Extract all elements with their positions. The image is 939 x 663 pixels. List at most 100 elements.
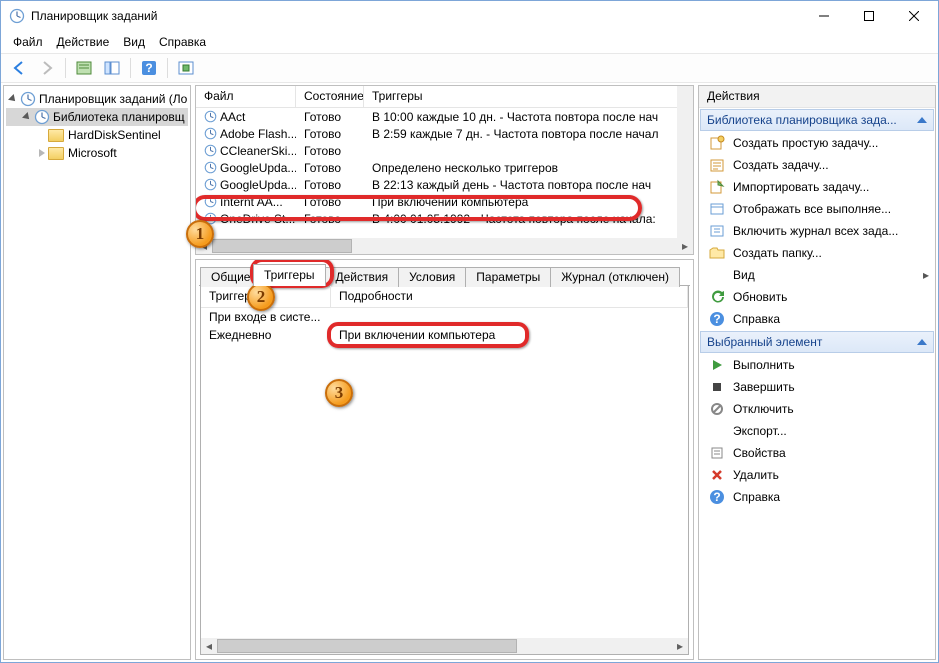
detail-col-details[interactable]: Подробности [331, 286, 688, 307]
collapse-icon [917, 339, 927, 345]
tab-general[interactable]: Общие [200, 267, 254, 287]
task-row[interactable]: Adobe Flash...ГотовоВ 2:59 каждые 7 дн. … [196, 125, 693, 142]
expand-icon[interactable] [22, 112, 32, 122]
action-label: Выполнить [733, 358, 795, 372]
task-row[interactable]: OneDrive St...ГотовоВ 4:00 01.05.1992 - … [196, 210, 693, 227]
toolbar-help-button[interactable]: ? [137, 56, 161, 80]
action-icon [709, 223, 725, 239]
clock-icon [20, 91, 36, 107]
task-row[interactable]: GoogleUpda...ГотовоВ 22:13 каждый день -… [196, 176, 693, 193]
scroll-left[interactable]: ◂ [201, 638, 217, 654]
task-state-cell: Готово [296, 127, 364, 141]
hscrollbar[interactable]: ◂ ▸ [196, 238, 693, 254]
scroll-right[interactable]: ▸ [672, 638, 688, 654]
tree-library-label: Библиотека планировщ [53, 110, 185, 124]
actions-section-selected[interactable]: Выбранный элемент [700, 331, 934, 353]
action-item[interactable]: Создать задачу... [699, 154, 935, 176]
action-item[interactable]: Импортировать задачу... [699, 176, 935, 198]
toolbar-btn-1[interactable] [72, 56, 96, 80]
action-icon [709, 401, 725, 417]
detail-tabs: Общие Триггеры Действия Условия Параметр… [196, 260, 693, 286]
action-label: Включить журнал всех зада... [733, 224, 898, 238]
task-state-cell: Готово [296, 161, 364, 175]
action-label: Справка [733, 490, 780, 504]
task-detail-pane: Общие Триггеры Действия Условия Параметр… [195, 259, 694, 660]
nav-back-button[interactable] [7, 56, 31, 80]
detail-col-trigger[interactable]: Триггер [201, 286, 331, 307]
action-item[interactable]: Создать простую задачу... [699, 132, 935, 154]
scroll-right[interactable]: ▸ [677, 238, 693, 254]
action-item[interactable]: Обновить [699, 286, 935, 308]
action-item[interactable]: ? Справка [699, 308, 935, 330]
task-trigger-cell: В 22:13 каждый день - Частота повтора по… [364, 178, 693, 192]
actions-section-library[interactable]: Библиотека планировщика зада... [700, 109, 934, 131]
close-button[interactable] [891, 2, 936, 31]
actions-header: Действия [699, 86, 935, 108]
vscrollbar[interactable] [677, 86, 693, 238]
detail-hscrollbar[interactable]: ◂ ▸ [201, 638, 688, 654]
col-triggers[interactable]: Триггеры [364, 86, 693, 107]
folder-icon [48, 129, 64, 142]
collapse-icon [917, 117, 927, 123]
tab-history[interactable]: Журнал (отключен) [550, 267, 680, 287]
action-label: Отключить [733, 402, 794, 416]
tab-settings[interactable]: Параметры [465, 267, 551, 287]
tab-triggers[interactable]: Триггеры [253, 264, 326, 286]
menu-file[interactable]: Файл [7, 33, 49, 51]
action-icon [709, 245, 725, 261]
action-item[interactable]: Выполнить [699, 354, 935, 376]
action-label: Создать задачу... [733, 158, 829, 172]
task-row[interactable]: AActГотовоВ 10:00 каждые 10 дн. - Частот… [196, 108, 693, 125]
task-state-cell: Готово [296, 144, 364, 158]
task-row[interactable]: CCleanerSki...Готово [196, 142, 693, 159]
task-row[interactable]: Internt AA...ГотовоПри включении компьют… [196, 193, 693, 210]
col-file[interactable]: Файл [196, 86, 296, 107]
action-icon: ? [709, 489, 725, 505]
task-name-cell: Internt AA... [196, 195, 296, 209]
action-icon [709, 357, 725, 373]
tab-actions[interactable]: Действия [325, 267, 400, 287]
action-label: Справка [733, 312, 780, 326]
task-trigger-cell: В 4:00 01.05.1992 - Частота повтора посл… [364, 212, 693, 226]
scroll-thumb[interactable] [217, 639, 517, 653]
expand-icon[interactable] [39, 149, 45, 157]
tree-item-label: Microsoft [68, 146, 117, 160]
action-item[interactable]: Включить журнал всех зада... [699, 220, 935, 242]
detail-row[interactable]: ЕжедневноПри включении компьютера [201, 326, 688, 344]
expand-icon[interactable] [8, 94, 18, 104]
action-item[interactable]: Экспорт... [699, 420, 935, 442]
folder-icon [48, 147, 64, 160]
scroll-thumb[interactable] [212, 239, 352, 253]
action-item[interactable]: Завершить [699, 376, 935, 398]
action-item[interactable]: Удалить [699, 464, 935, 486]
window-title: Планировщик заданий [31, 9, 801, 23]
action-item[interactable]: Отключить [699, 398, 935, 420]
scroll-left[interactable]: ◂ [196, 238, 212, 254]
window: Планировщик заданий Файл Действие Вид Сп… [0, 0, 939, 663]
tree-library[interactable]: Библиотека планировщ [6, 108, 188, 126]
action-item[interactable]: Вид▸ [699, 264, 935, 286]
col-state[interactable]: Состояние [296, 86, 364, 107]
action-item[interactable]: Создать папку... [699, 242, 935, 264]
detail-row[interactable]: При входе в систе... [201, 308, 688, 326]
nav-forward-button[interactable] [35, 56, 59, 80]
action-item[interactable]: Свойства [699, 442, 935, 464]
action-item[interactable]: ? Справка [699, 486, 935, 508]
tree-root[interactable]: Планировщик заданий (Ло [6, 90, 188, 108]
tree-item[interactable]: Microsoft [6, 144, 188, 162]
task-row[interactable]: GoogleUpda...ГотовоОпределено несколько … [196, 159, 693, 176]
menu-action[interactable]: Действие [51, 33, 116, 51]
action-icon [709, 267, 725, 283]
action-icon [709, 445, 725, 461]
toolbar-btn-3[interactable] [174, 56, 198, 80]
action-label: Экспорт... [733, 424, 787, 438]
tree-item[interactable]: HardDiskSentinel [6, 126, 188, 144]
svg-text:?: ? [713, 312, 720, 326]
minimize-button[interactable] [801, 2, 846, 31]
menu-view[interactable]: Вид [117, 33, 151, 51]
action-item[interactable]: Отображать все выполняе... [699, 198, 935, 220]
menu-help[interactable]: Справка [153, 33, 212, 51]
maximize-button[interactable] [846, 2, 891, 31]
tab-conditions[interactable]: Условия [398, 267, 466, 287]
toolbar-btn-2[interactable] [100, 56, 124, 80]
